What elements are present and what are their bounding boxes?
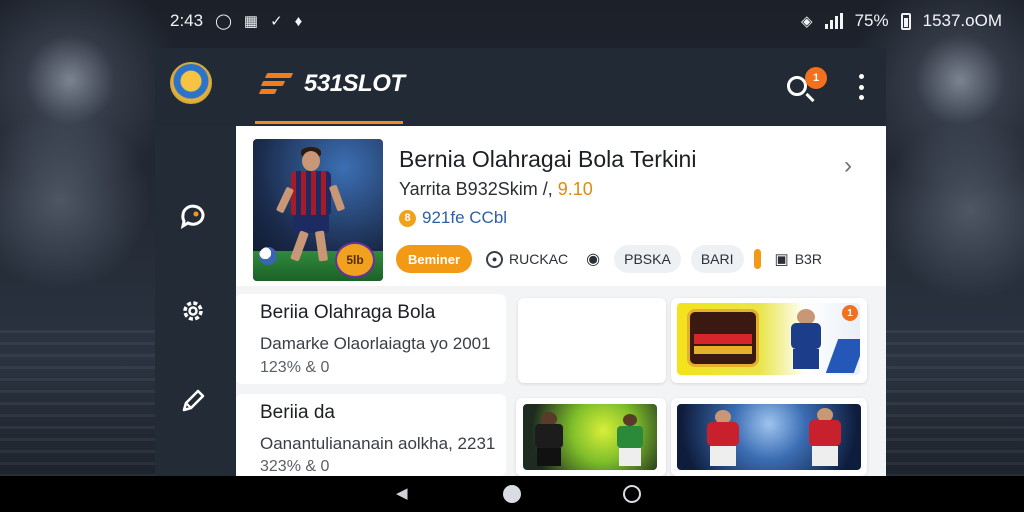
brand-name: 531SLOT (304, 70, 405, 97)
back-icon[interactable]: ◀ (396, 484, 408, 502)
sidebar-item-chat[interactable] (173, 196, 213, 236)
battery-icon (900, 12, 911, 30)
gallery-icon: ▦ (243, 13, 259, 30)
gear-icon (183, 301, 203, 321)
more-dot-icon (858, 74, 864, 79)
search-icon (787, 76, 807, 96)
recents-icon[interactable] (623, 485, 641, 503)
match-photo (523, 404, 657, 470)
tile-badge: 1 (842, 305, 858, 321)
featured-subtitle-highlight: 9.10 (557, 179, 593, 199)
tag-chips: Beminer ● RUCKAC ◉ PBSKA BARI ▣ B3R (396, 244, 826, 274)
chat-bubble-icon (180, 204, 205, 230)
sidebar-item-settings[interactable] (173, 291, 213, 331)
brand-logo-icon (258, 71, 296, 97)
featured-meta: 8 921fe CCbl (399, 208, 507, 228)
ball-graphic (259, 247, 277, 265)
signal-icon (824, 13, 843, 29)
comment-icon: ◉ (586, 251, 601, 268)
main-content: 5lb Bernia Olahragai Bola Terkini Yarrit… (236, 126, 886, 476)
image-tile[interactable] (671, 398, 867, 476)
sidebar-item-edit[interactable] (173, 381, 213, 421)
article-subtitle: Damarke Olaorlaiagta yo 2001 (260, 334, 491, 353)
chevron-right-icon[interactable]: › (844, 152, 852, 180)
chip-b3r-label: B3R (794, 251, 822, 267)
status-left: 2:43 ◯ ▦ ✓ ♦ (170, 11, 302, 31)
app-header: 531SLOT 1 (155, 48, 886, 126)
chip-chat[interactable]: ◉ (582, 245, 604, 273)
accent-marker (753, 249, 761, 269)
chip-b3r[interactable]: ▣ B3R (771, 245, 826, 273)
image-tile[interactable]: 1 (671, 298, 867, 383)
home-icon[interactable] (503, 485, 521, 503)
thumbnail-badge: 5lb (335, 242, 375, 278)
alarm-icon: ◯ (215, 13, 232, 30)
article-meta: 323% & 0 (260, 458, 330, 475)
featured-meta-text: 921fe CCbl (422, 208, 508, 227)
battery-percent: 75% (854, 11, 889, 30)
active-tab-indicator (255, 121, 403, 124)
bluetooth-icon: ✓ (270, 13, 283, 30)
chip-bari[interactable]: BARI (690, 245, 744, 273)
app-window: 531SLOT 1 5lb Bernia Olahragai Bola Terk… (155, 48, 886, 476)
user-icon: ● (486, 250, 504, 268)
image-placeholder[interactable] (518, 298, 666, 383)
more-dot-icon (858, 95, 864, 100)
article-title: Beriia da (260, 402, 335, 423)
featured-thumbnail: 5lb (253, 139, 383, 281)
wifi-icon: ◈ (801, 13, 813, 30)
sidebar (155, 126, 236, 476)
status-bar: 2:43 ◯ ▦ ✓ ♦ ◈ 75% 1537.oOM (0, 0, 1024, 42)
image-tile[interactable] (516, 398, 666, 476)
status-right: ◈ 75% 1537.oOM (801, 11, 1002, 31)
chip-pbska[interactable]: PBSKA (614, 245, 681, 273)
status-clock: 1537.oOM (922, 11, 1002, 30)
system-nav-bar: ◀ (0, 476, 1024, 512)
chip-primary[interactable]: Beminer (396, 245, 473, 273)
featured-article[interactable]: 5lb Bernia Olahragai Bola Terkini Yarrit… (236, 126, 886, 286)
article-subtitle: Oanantuliananain aolkha, 2231 (260, 434, 496, 453)
players-photo (677, 404, 861, 470)
avatar[interactable] (170, 62, 212, 104)
search-button[interactable]: 1 (783, 67, 827, 106)
more-dot-icon (858, 84, 864, 90)
featured-subtitle: Yarrita B932Skim /, 9.10 (399, 179, 593, 200)
club-crest-icon (687, 309, 759, 367)
more-menu-button[interactable] (851, 72, 871, 102)
coin-icon: 8 (399, 209, 416, 227)
article-card[interactable]: Beriia Olahraga Bola Damarke Olaorlaiagt… (236, 294, 506, 384)
shield-icon: ♦ (294, 12, 303, 30)
camera-icon: ▣ (774, 251, 789, 268)
status-time: 2:43 (170, 11, 204, 30)
brand[interactable]: 531SLOT (258, 70, 405, 98)
article-title: Beriia Olahraga Bola (260, 302, 436, 323)
featured-subtitle-text: Yarrita B932Skim /, (399, 179, 553, 199)
chip-ruckac-label: RUCKAC (509, 251, 569, 267)
article-meta: 123% & 0 (260, 359, 330, 376)
notification-badge: 1 (805, 67, 827, 89)
pencil-icon (182, 389, 205, 412)
article-card[interactable]: Beriia da Oanantuliananain aolkha, 2231 … (236, 394, 506, 476)
chip-ruckac[interactable]: ● RUCKAC (482, 245, 572, 273)
club-promo-image: 1 (677, 303, 860, 375)
featured-title[interactable]: Bernia Olahragai Bola Terkini (399, 146, 696, 173)
